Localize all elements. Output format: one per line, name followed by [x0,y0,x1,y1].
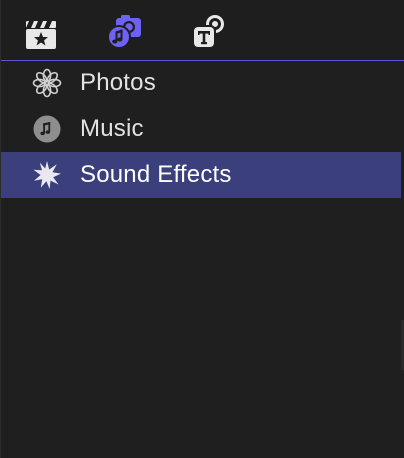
browser-toolbar [1,0,404,61]
browser-panel: Photos Music Sound Effects [0,0,404,458]
sidebar-item-music[interactable]: Music [1,106,401,152]
sidebar-list: Photos Music Sound Effects [1,60,401,198]
titles-button[interactable] [187,10,231,54]
media-browser-button[interactable] [19,10,63,54]
sidebar-item-sound-effects[interactable]: Sound Effects [1,152,401,198]
photos-flower-icon [31,67,63,99]
sidebar-item-photos[interactable]: Photos [1,60,401,106]
music-note-icon [31,113,63,145]
photos-audio-button[interactable] [103,10,147,54]
titles-icon [192,15,224,49]
photo-music-icon [107,15,141,49]
sidebar-item-label: Music [80,115,144,142]
sidebar-item-label: Photos [80,69,156,96]
sidebar-item-label: Sound Effects [80,161,232,188]
starburst-icon [31,159,63,191]
clapperboard-star-icon [26,21,56,49]
